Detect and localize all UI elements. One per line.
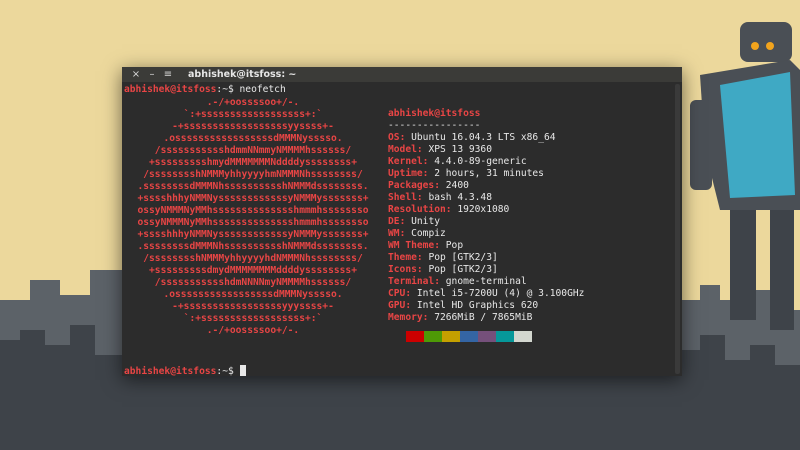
info-row: CPU: Intel i5-7200U (4) @ 3.100GHz bbox=[388, 288, 585, 299]
info-value: XPS 13 9360 bbox=[428, 144, 492, 155]
prompt-user: abhishek@itsfoss bbox=[124, 84, 217, 95]
logo-line: .ssssssssdMMMNhsssssssssshNMMMdssssssss. bbox=[137, 241, 369, 252]
info-row: Theme: Pop [GTK2/3] bbox=[388, 252, 498, 263]
info-host: abhishek@itsfoss bbox=[388, 108, 481, 119]
info-row: Packages: 2400 bbox=[388, 180, 469, 191]
info-key: Kernel bbox=[388, 156, 423, 167]
logo-line: .ssssssssdMMMNhsssssssssshNMMMdssssssss. bbox=[137, 181, 369, 192]
logo-line: ossyNMMMNyMMhsssssssssssssshmmmhssssssso bbox=[137, 217, 369, 228]
logo-line: `:+ssssssssssssssssss+:` bbox=[183, 109, 323, 120]
info-header: abhishek@itsfoss bbox=[388, 108, 480, 120]
info-value: 7266MiB / 7865MiB bbox=[434, 312, 533, 323]
command-text: neofetch bbox=[233, 84, 286, 95]
prompt-path: :~$ bbox=[216, 366, 234, 377]
palette-swatch bbox=[406, 331, 424, 342]
title-bar[interactable]: × – ≡ abhishek@itsfoss: ~ bbox=[122, 67, 682, 82]
logo-line: `:+ssssssssssssssssss+:` bbox=[183, 313, 323, 324]
logo-line: /ssssssssssshdmNNNNmyNMMMMhssssss/ bbox=[154, 277, 352, 288]
info-value: gnome-terminal bbox=[445, 276, 527, 287]
palette-swatch bbox=[442, 331, 460, 342]
window-title: abhishek@itsfoss: ~ bbox=[188, 69, 297, 80]
logo-line: /ssssssssssshdmmNNmmyNMMMMhssssss/ bbox=[154, 145, 352, 156]
info-key: Model bbox=[388, 144, 417, 155]
terminal-window[interactable]: × – ≡ abhishek@itsfoss: ~ abhishek@itsfo… bbox=[122, 67, 682, 377]
logo-line: /sssssssshNMMMyhhyyyyhdNMMMNhssssssss/ bbox=[143, 253, 363, 264]
info-key: Icons bbox=[388, 264, 417, 275]
info-key: Uptime bbox=[388, 168, 423, 179]
prompt-path: :~$ bbox=[216, 84, 234, 95]
info-key: WM Theme bbox=[388, 240, 435, 251]
info-value: Pop bbox=[445, 240, 464, 251]
logo-line: .-/+oossssoo+/-. bbox=[206, 325, 300, 336]
info-key: WM bbox=[388, 228, 400, 239]
logo-line: +sssshhhyNMMNyssssssssssssyNMMMysssssss+ bbox=[137, 229, 369, 240]
terminal-content[interactable]: abhishek@itsfoss:~$ neofetch .-/+oosssso… bbox=[122, 82, 682, 377]
minimize-button[interactable]: – bbox=[146, 67, 158, 82]
palette-swatch bbox=[496, 331, 514, 342]
info-value: 2400 bbox=[445, 180, 469, 191]
info-row: WM: Compiz bbox=[388, 228, 446, 239]
palette-swatch bbox=[514, 331, 532, 342]
info-value: 2 hours, 31 minutes bbox=[434, 168, 544, 179]
info-value: bash 4.3.48 bbox=[428, 192, 492, 203]
text-cursor bbox=[239, 365, 246, 376]
logo-line: ossyNMMMNyMMhsssssssssssssshmmmhssssssso bbox=[137, 205, 369, 216]
info-key: Packages bbox=[388, 180, 435, 191]
info-value: Compiz bbox=[411, 228, 446, 239]
info-row: OS: Ubuntu 16.04.3 LTS x86_64 bbox=[388, 132, 556, 143]
palette-swatch bbox=[460, 331, 478, 342]
palette-swatch bbox=[388, 331, 406, 342]
info-row: GPU: Intel HD Graphics 620 bbox=[388, 300, 539, 311]
info-row: Icons: Pop [GTK2/3] bbox=[388, 264, 498, 275]
palette-swatch bbox=[478, 331, 496, 342]
info-key: OS bbox=[388, 132, 400, 143]
close-button[interactable]: × bbox=[130, 67, 142, 82]
prompt-user: abhishek@itsfoss bbox=[124, 366, 217, 377]
scrollbar[interactable] bbox=[675, 84, 680, 374]
info-row: Kernel: 4.4.0-89-generic bbox=[388, 156, 527, 167]
info-value: 1920x1080 bbox=[457, 204, 510, 215]
info-key: CPU bbox=[388, 288, 406, 299]
info-key: Resolution bbox=[388, 204, 446, 215]
logo-line: +ssssssssshmydMMMMMMMNddddyssssssss+ bbox=[149, 157, 357, 168]
logo-line: .-/+oossssoo+/-. bbox=[206, 97, 300, 108]
info-key: Theme bbox=[388, 252, 417, 263]
info-row: Terminal: gnome-terminal bbox=[388, 276, 527, 287]
info-row: Memory: 7266MiB / 7865MiB bbox=[388, 312, 533, 323]
separator-text: ---------------- bbox=[388, 120, 481, 131]
info-row: DE: Unity bbox=[388, 216, 441, 227]
info-row: Shell: bash 4.3.48 bbox=[388, 192, 492, 203]
info-separator: ---------------- bbox=[388, 120, 480, 132]
info-key: Terminal bbox=[388, 276, 435, 287]
info-key: Shell bbox=[388, 192, 417, 203]
info-row: Uptime: 2 hours, 31 minutes bbox=[388, 168, 544, 179]
prompt-line: abhishek@itsfoss:~$ bbox=[124, 365, 246, 377]
info-value: Unity bbox=[411, 216, 441, 227]
logo-line: -+sssssssssssssssssyyyssss+- bbox=[172, 301, 334, 312]
info-key: Memory bbox=[388, 312, 423, 323]
logo-line: +sssshhhyNMMNyssssssssssssyNMMMysssssss+ bbox=[137, 193, 369, 204]
info-value: Intel i5-7200U (4) @ 3.100GHz bbox=[416, 288, 585, 299]
info-value: Pop [GTK2/3] bbox=[428, 264, 498, 275]
palette-swatch bbox=[424, 331, 442, 342]
info-value: Ubuntu 16.04.3 LTS x86_64 bbox=[411, 132, 556, 143]
info-key: GPU bbox=[388, 300, 406, 311]
info-row: Model: XPS 13 9360 bbox=[388, 144, 492, 155]
logo-line: /sssssssshNMMMyhhyyyyhmNMMMNhssssssss/ bbox=[143, 169, 363, 180]
info-value: 4.4.0-89-generic bbox=[434, 156, 527, 167]
logo-line: .osssssssssssssssssdMMMNysssso. bbox=[163, 289, 343, 300]
menu-button[interactable]: ≡ bbox=[162, 67, 174, 82]
logo-line: -+ssssssssssssssssssyyssss+- bbox=[172, 121, 334, 132]
info-row: WM Theme: Pop bbox=[388, 240, 464, 251]
logo-line: .osssssssssssssssssdMMMNysssso. bbox=[163, 133, 343, 144]
info-value: Pop [GTK2/3] bbox=[428, 252, 498, 263]
command-line: abhishek@itsfoss:~$ neofetch bbox=[124, 84, 286, 96]
info-row: Resolution: 1920x1080 bbox=[388, 204, 510, 215]
logo-line: +sssssssssdmydMMMMMMMMddddyssssssss+ bbox=[149, 265, 357, 276]
color-palette bbox=[388, 331, 532, 342]
info-value: Intel HD Graphics 620 bbox=[416, 300, 539, 311]
info-key: DE bbox=[388, 216, 400, 227]
